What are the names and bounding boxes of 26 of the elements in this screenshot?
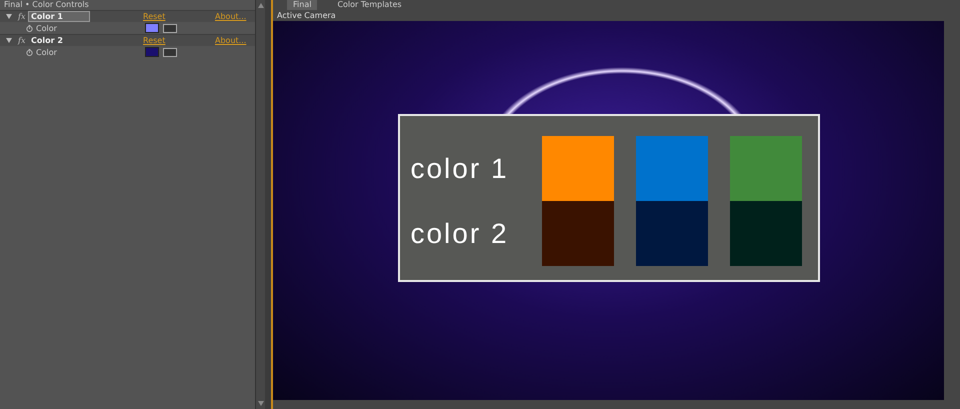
scroll-up-icon[interactable] <box>258 3 264 8</box>
eyedropper-button[interactable] <box>163 48 177 56</box>
panel-title: Final • Color Controls <box>3 0 90 10</box>
disclosure-triangle-icon[interactable] <box>4 38 14 43</box>
eyedropper-button[interactable] <box>163 24 177 32</box>
effect-name[interactable]: Color 2 <box>28 35 90 46</box>
scroll-down-icon[interactable] <box>258 401 264 406</box>
fx-label[interactable]: fx <box>18 12 28 21</box>
property-label: Color <box>36 24 58 32</box>
about-link[interactable]: About... <box>215 36 246 45</box>
about-link[interactable]: About... <box>215 12 246 21</box>
composition-tab[interactable]: Color Templates <box>331 0 408 10</box>
fx-label[interactable]: fx <box>18 36 28 45</box>
composition-tab[interactable]: Final <box>287 0 318 10</box>
reset-link[interactable]: Reset <box>143 36 215 45</box>
effect-name[interactable]: Color 1 <box>28 11 90 22</box>
color-swatch[interactable] <box>145 47 159 57</box>
camera-label: Active Camera <box>276 10 337 21</box>
stopwatch-icon[interactable] <box>26 48 33 56</box>
color-swatch[interactable] <box>145 23 159 33</box>
row-label: color 1 <box>409 152 510 184</box>
row-label: color 2 <box>409 218 510 250</box>
reset-link[interactable]: Reset <box>143 12 215 21</box>
stopwatch-icon[interactable] <box>26 24 33 32</box>
property-label: Color <box>36 48 58 56</box>
disclosure-triangle-icon[interactable] <box>4 14 14 19</box>
